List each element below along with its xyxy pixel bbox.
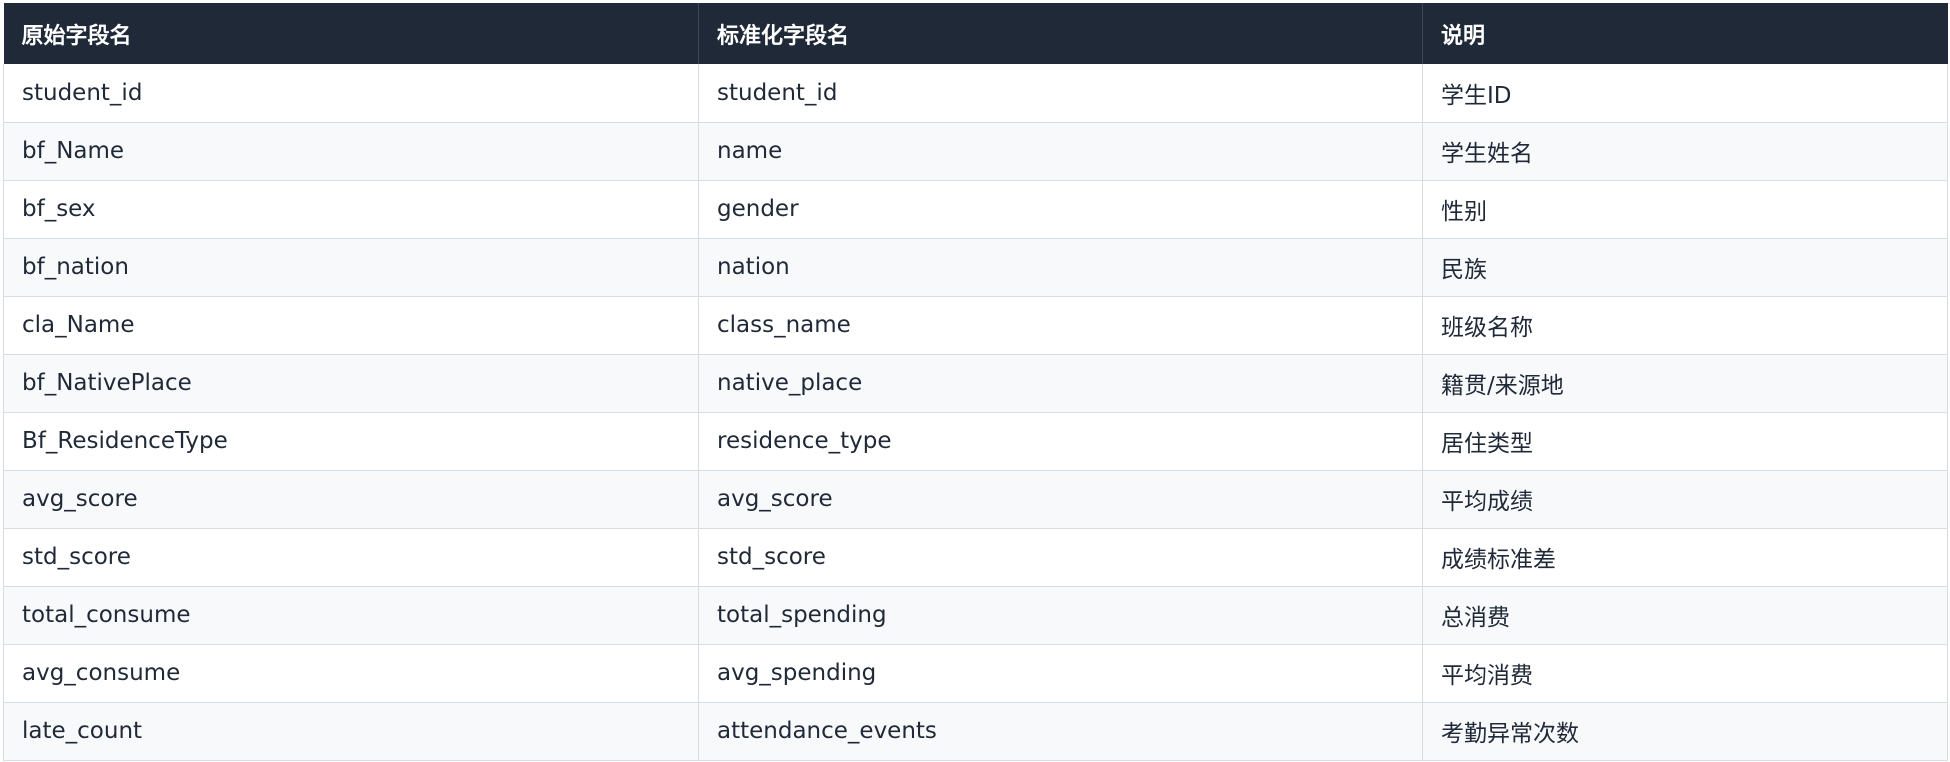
cell-original-field: student_id xyxy=(3,64,699,123)
field-mapping-table-container: 原始字段名 标准化字段名 说明 student_id student_id 学生… xyxy=(3,3,1948,761)
cell-original-field: bf_sex xyxy=(3,180,699,239)
cell-standardized-field: native_place xyxy=(698,354,1423,413)
table-row: bf_NativePlace native_place 籍贯/来源地 xyxy=(3,354,1948,413)
table-row: total_consume total_spending 总消费 xyxy=(3,586,1948,645)
cell-original-field: bf_nation xyxy=(3,238,699,297)
cell-standardized-field: nation xyxy=(698,238,1423,297)
header-standardized-field: 标准化字段名 xyxy=(698,3,1423,64)
cell-description: 考勤异常次数 xyxy=(1422,702,1948,761)
cell-original-field: avg_score xyxy=(3,470,699,529)
table-row: student_id student_id 学生ID xyxy=(3,64,1948,123)
cell-description: 籍贯/来源地 xyxy=(1422,354,1948,413)
table-row: late_count attendance_events 考勤异常次数 xyxy=(3,702,1948,761)
cell-standardized-field: gender xyxy=(698,180,1423,239)
cell-description: 平均消费 xyxy=(1422,644,1948,703)
cell-description: 总消费 xyxy=(1422,586,1948,645)
table-body: student_id student_id 学生ID bf_Name name … xyxy=(3,64,1948,761)
cell-description: 学生ID xyxy=(1422,64,1948,123)
table-header: 原始字段名 标准化字段名 说明 xyxy=(3,3,1948,64)
cell-standardized-field: total_spending xyxy=(698,586,1423,645)
table-row: bf_sex gender 性别 xyxy=(3,180,1948,239)
table-row: bf_nation nation 民族 xyxy=(3,238,1948,297)
table-row: Bf_ResidenceType residence_type 居住类型 xyxy=(3,412,1948,471)
cell-standardized-field: attendance_events xyxy=(698,702,1423,761)
table-row: avg_consume avg_spending 平均消费 xyxy=(3,644,1948,703)
cell-original-field: avg_consume xyxy=(3,644,699,703)
cell-description: 性别 xyxy=(1422,180,1948,239)
cell-original-field: bf_Name xyxy=(3,122,699,181)
table-row: bf_Name name 学生姓名 xyxy=(3,122,1948,181)
table-row: avg_score avg_score 平均成绩 xyxy=(3,470,1948,529)
cell-original-field: late_count xyxy=(3,702,699,761)
cell-original-field: Bf_ResidenceType xyxy=(3,412,699,471)
cell-original-field: total_consume xyxy=(3,586,699,645)
field-mapping-table: 原始字段名 标准化字段名 说明 student_id student_id 学生… xyxy=(3,3,1948,761)
cell-standardized-field: avg_spending xyxy=(698,644,1423,703)
cell-description: 成绩标准差 xyxy=(1422,528,1948,587)
cell-original-field: std_score xyxy=(3,528,699,587)
cell-standardized-field: name xyxy=(698,122,1423,181)
cell-original-field: cla_Name xyxy=(3,296,699,355)
cell-standardized-field: avg_score xyxy=(698,470,1423,529)
cell-description: 民族 xyxy=(1422,238,1948,297)
cell-description: 学生姓名 xyxy=(1422,122,1948,181)
cell-standardized-field: std_score xyxy=(698,528,1423,587)
table-row: std_score std_score 成绩标准差 xyxy=(3,528,1948,587)
cell-standardized-field: class_name xyxy=(698,296,1423,355)
cell-description: 平均成绩 xyxy=(1422,470,1948,529)
cell-standardized-field: residence_type xyxy=(698,412,1423,471)
header-description: 说明 xyxy=(1422,3,1948,64)
cell-original-field: bf_NativePlace xyxy=(3,354,699,413)
cell-standardized-field: student_id xyxy=(698,64,1423,123)
table-row: cla_Name class_name 班级名称 xyxy=(3,296,1948,355)
cell-description: 班级名称 xyxy=(1422,296,1948,355)
header-original-field: 原始字段名 xyxy=(3,3,699,64)
header-row: 原始字段名 标准化字段名 说明 xyxy=(3,3,1948,64)
cell-description: 居住类型 xyxy=(1422,412,1948,471)
